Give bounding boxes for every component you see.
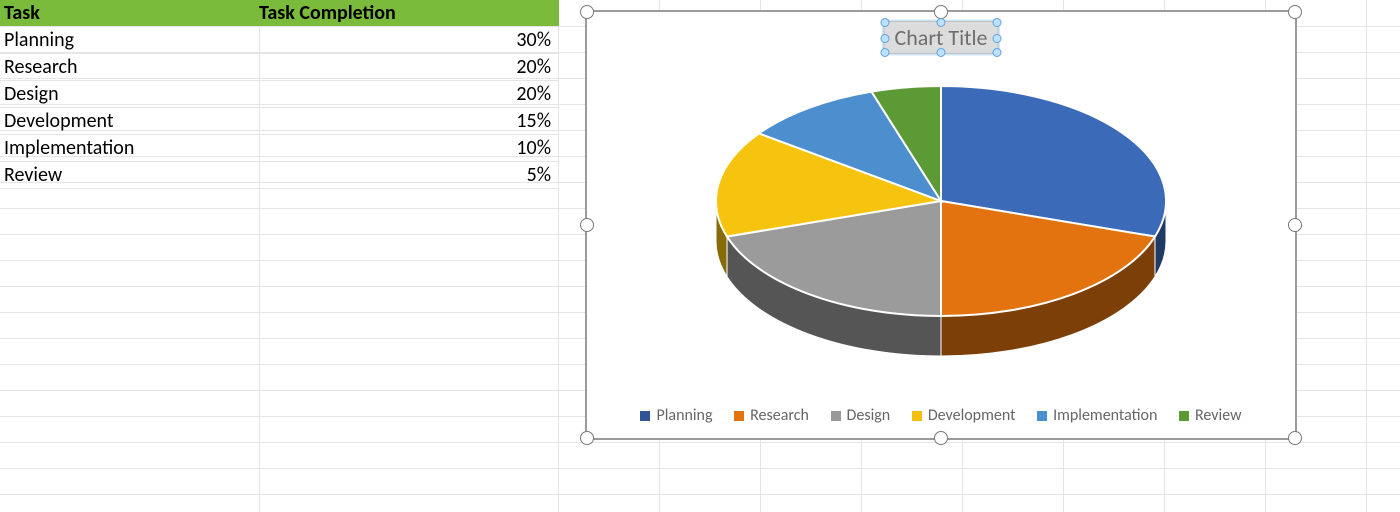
chart-title[interactable]: Chart Title [884,21,999,54]
resize-handle-icon[interactable] [1288,218,1302,232]
pct-cell[interactable]: 10% [259,135,559,161]
title-handle-icon[interactable] [992,18,1001,27]
legend-item[interactable]: Design [831,406,891,425]
task-cell[interactable]: Research [0,54,259,80]
resize-handle-icon[interactable] [934,5,948,19]
title-handle-icon[interactable] [992,48,1001,57]
legend-item[interactable]: Planning [640,406,712,425]
pct-cell[interactable]: 5% [259,162,559,188]
table-row[interactable]: Review 5% [0,162,559,189]
table-row[interactable]: Design 20% [0,81,559,108]
chart-legend[interactable]: Planning Research Design Development Imp… [586,406,1296,425]
legend-swatch-icon [1037,411,1047,421]
header-task: Task [0,0,259,26]
legend-swatch-icon [1179,411,1189,421]
legend-item[interactable]: Review [1179,406,1242,425]
legend-label: Research [750,406,809,425]
data-table[interactable]: Task Task Completion Planning 30% Resear… [0,0,559,189]
title-handle-icon[interactable] [881,18,890,27]
task-cell[interactable]: Review [0,162,259,188]
legend-item[interactable]: Development [912,406,1016,425]
legend-item[interactable]: Implementation [1037,406,1157,425]
task-cell[interactable]: Implementation [0,135,259,161]
chart-object[interactable]: Chart Title Planning Research Design Dev… [585,10,1297,440]
resize-handle-icon[interactable] [1288,5,1302,19]
resize-handle-icon[interactable] [580,5,594,19]
pct-cell[interactable]: 15% [259,108,559,134]
table-row[interactable]: Development 15% [0,108,559,135]
pct-cell[interactable]: 20% [259,54,559,80]
legend-label: Review [1195,406,1242,425]
table-row[interactable]: Implementation 10% [0,135,559,162]
pie-chart[interactable] [681,66,1201,366]
legend-swatch-icon [912,411,922,421]
title-handle-icon[interactable] [881,34,890,43]
spreadsheet-sheet[interactable]: Task Task Completion Planning 30% Resear… [0,0,1400,512]
resize-handle-icon[interactable] [580,431,594,445]
legend-item[interactable]: Research [734,406,809,425]
table-row[interactable]: Planning 30% [0,27,559,54]
legend-swatch-icon [640,411,650,421]
legend-label: Implementation [1053,406,1157,425]
legend-swatch-icon [831,411,841,421]
legend-label: Planning [656,406,712,425]
title-handle-icon[interactable] [881,48,890,57]
header-completion: Task Completion [259,0,559,26]
chart-title-text: Chart Title [895,24,988,51]
resize-handle-icon[interactable] [934,431,948,445]
table-header-row: Task Task Completion [0,0,559,27]
task-cell[interactable]: Planning [0,27,259,53]
legend-label: Design [847,406,891,425]
table-row[interactable]: Research 20% [0,54,559,81]
legend-label: Development [928,406,1016,425]
task-cell[interactable]: Design [0,81,259,107]
legend-swatch-icon [734,411,744,421]
pie-chart-svg [681,66,1201,366]
pct-cell[interactable]: 20% [259,81,559,107]
resize-handle-icon[interactable] [580,218,594,232]
title-handle-icon[interactable] [992,34,1001,43]
pct-cell[interactable]: 30% [259,27,559,53]
task-cell[interactable]: Development [0,108,259,134]
resize-handle-icon[interactable] [1288,431,1302,445]
title-handle-icon[interactable] [937,48,946,57]
